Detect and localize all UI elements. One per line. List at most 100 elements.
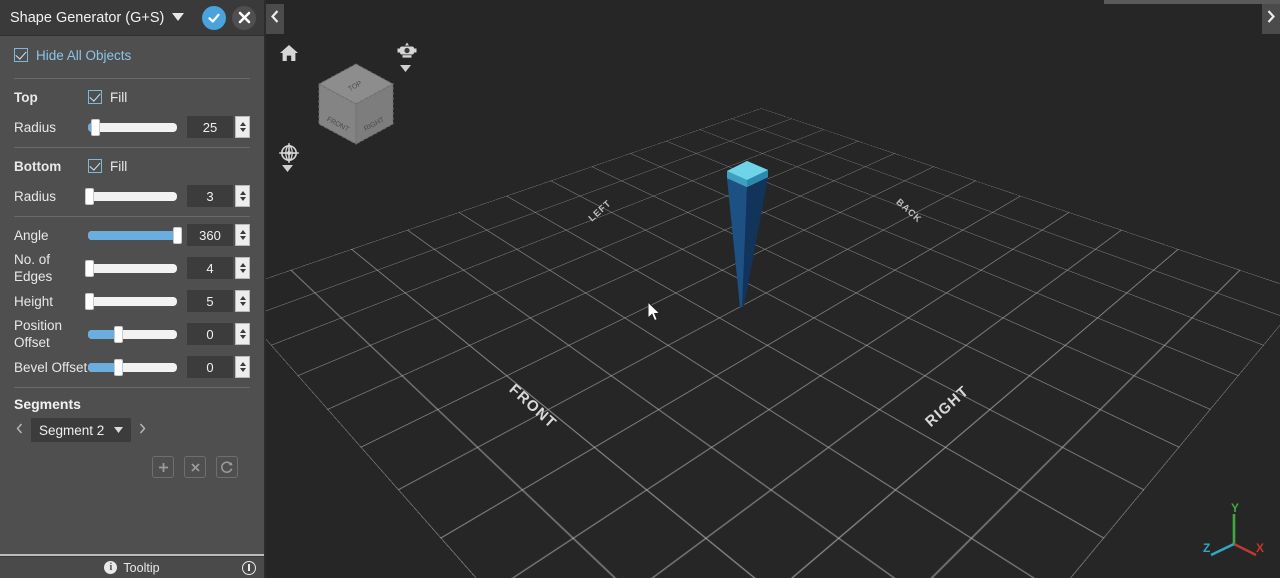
stepper-down-icon[interactable] (239, 269, 246, 273)
bottom-fill-checkbox[interactable] (88, 159, 102, 173)
bottom-radius-value[interactable]: 3 (187, 185, 233, 207)
panel-title-text: Shape Generator (G+S) (10, 9, 165, 26)
height-stepper[interactable] (235, 290, 250, 312)
segments-title: Segments (14, 396, 81, 412)
segment-reset-button[interactable] (216, 456, 238, 478)
orbit-dropdown-caret[interactable] (282, 164, 293, 174)
generated-shape[interactable] (718, 158, 778, 313)
tooltip-label: Tooltip (123, 560, 160, 575)
slider-knob[interactable] (114, 358, 124, 376)
tooltip-indicator[interactable]: i Tooltip (0, 561, 264, 575)
segments-selector-row: Segment 2 (14, 418, 250, 442)
segment-delete-button[interactable] (184, 456, 206, 478)
top-radius-value[interactable]: 25 (187, 116, 233, 138)
stepper-down-icon[interactable] (239, 197, 246, 201)
segment-add-button[interactable] (152, 456, 174, 478)
edges-row[interactable]: No. of Edges 4 (14, 251, 250, 285)
edges-value[interactable]: 4 (187, 257, 233, 279)
slider-knob[interactable] (173, 226, 182, 244)
stepper-up-icon[interactable] (239, 362, 246, 366)
top-fill-label: Fill (110, 89, 128, 105)
bottom-fill-label: Fill (110, 158, 128, 174)
angle-row[interactable]: Angle 360 (14, 221, 250, 249)
panel-title-bar: Shape Generator (G+S) (0, 0, 264, 36)
stepper-up-icon[interactable] (239, 230, 246, 234)
panel-collapse-right-button[interactable] (1262, 4, 1280, 34)
plus-icon (158, 462, 168, 472)
position-offset-stepper[interactable] (235, 323, 250, 345)
stepper-up-icon[interactable] (239, 263, 246, 267)
height-label: Height (14, 293, 54, 309)
segment-prev-button[interactable] (14, 423, 25, 437)
height-row[interactable]: Height 5 (14, 287, 250, 315)
grid-label-right: RIGHT (922, 382, 973, 431)
bottom-radius-stepper[interactable] (235, 185, 250, 207)
stepper-up-icon[interactable] (239, 191, 246, 195)
edges-stepper[interactable] (235, 257, 250, 279)
shape-generator-panel: Shape Generator (G+S) Hide All Objects T… (0, 0, 266, 578)
top-radius-slider[interactable] (88, 118, 177, 136)
slider-knob[interactable] (114, 325, 124, 343)
slider-knob[interactable] (84, 292, 94, 310)
position-offset-slider[interactable] (88, 325, 177, 343)
home-view-button[interactable] (278, 42, 300, 64)
stepper-down-icon[interactable] (239, 368, 246, 372)
height-slider[interactable] (84, 292, 177, 310)
hide-all-objects-label: Hide All Objects (36, 47, 132, 63)
position-offset-value[interactable]: 0 (187, 323, 233, 345)
grid-plane (266, 108, 1280, 578)
chevron-right-icon (1267, 10, 1275, 23)
bottom-fill-row[interactable]: Bottom Fill (14, 152, 250, 180)
viewport-3d[interactable]: FRONT RIGHT LEFT BACK TOP FRONT RIGHT Y … (266, 0, 1280, 578)
angle-stepper[interactable] (235, 224, 250, 246)
position-offset-row[interactable]: Position Offset 0 (14, 317, 250, 351)
hide-all-objects-checkbox[interactable] (14, 48, 28, 62)
stepper-up-icon[interactable] (239, 329, 246, 333)
info-icon: i (104, 561, 118, 574)
panel-menu-caret[interactable] (172, 12, 185, 24)
stepper-down-icon[interactable] (239, 335, 246, 339)
orbit-mode-button[interactable] (278, 142, 300, 164)
segment-dropdown[interactable]: Segment 2 (31, 418, 132, 442)
slider-knob[interactable] (84, 259, 94, 277)
stepper-down-icon[interactable] (239, 236, 246, 240)
home-icon (280, 45, 298, 61)
divider (14, 387, 250, 388)
angle-value[interactable]: 360 (187, 224, 233, 246)
panel-body: Hide All Objects Top Fill Radius 25 Bott… (0, 36, 264, 554)
segment-action-buttons (14, 456, 250, 478)
bevel-offset-value[interactable]: 0 (187, 356, 233, 378)
power-button[interactable] (242, 560, 256, 575)
viewport-top-band (1104, 0, 1280, 4)
stepper-up-icon[interactable] (239, 296, 246, 300)
app-root: FRONT RIGHT LEFT BACK TOP FRONT RIGHT Y … (0, 0, 1280, 578)
top-radius-stepper[interactable] (235, 116, 250, 138)
confirm-button[interactable] (202, 5, 226, 30)
bevel-offset-slider[interactable] (88, 358, 177, 376)
angle-label: Angle (14, 227, 49, 243)
top-fill-checkbox[interactable] (88, 90, 102, 104)
top-radius-row[interactable]: Radius 25 (14, 113, 250, 141)
angle-slider[interactable] (88, 226, 182, 244)
bevel-offset-stepper[interactable] (235, 356, 250, 378)
slider-knob[interactable] (84, 187, 94, 205)
bottom-radius-label: Radius (14, 188, 57, 204)
bottom-radius-slider[interactable] (84, 187, 177, 205)
top-fill-row[interactable]: Top Fill (14, 83, 250, 111)
stepper-down-icon[interactable] (239, 302, 246, 306)
panel-collapse-left-button[interactable] (266, 4, 284, 34)
mouse-cursor (647, 300, 661, 322)
view-cube[interactable]: TOP FRONT RIGHT (310, 58, 402, 150)
close-button[interactable] (232, 5, 256, 30)
hide-all-objects-row[interactable]: Hide All Objects (14, 38, 250, 72)
segment-next-button[interactable] (137, 423, 148, 437)
stepper-up-icon[interactable] (239, 122, 246, 126)
axis-label-y: Y (1231, 501, 1239, 515)
chevron-left-icon (271, 10, 279, 23)
slider-knob[interactable] (91, 118, 101, 136)
bevel-offset-row[interactable]: Bevel Offset 0 (14, 353, 250, 381)
height-value[interactable]: 5 (187, 290, 233, 312)
stepper-down-icon[interactable] (239, 128, 246, 132)
edges-slider[interactable] (84, 259, 177, 277)
bottom-radius-row[interactable]: Radius 3 (14, 182, 250, 210)
